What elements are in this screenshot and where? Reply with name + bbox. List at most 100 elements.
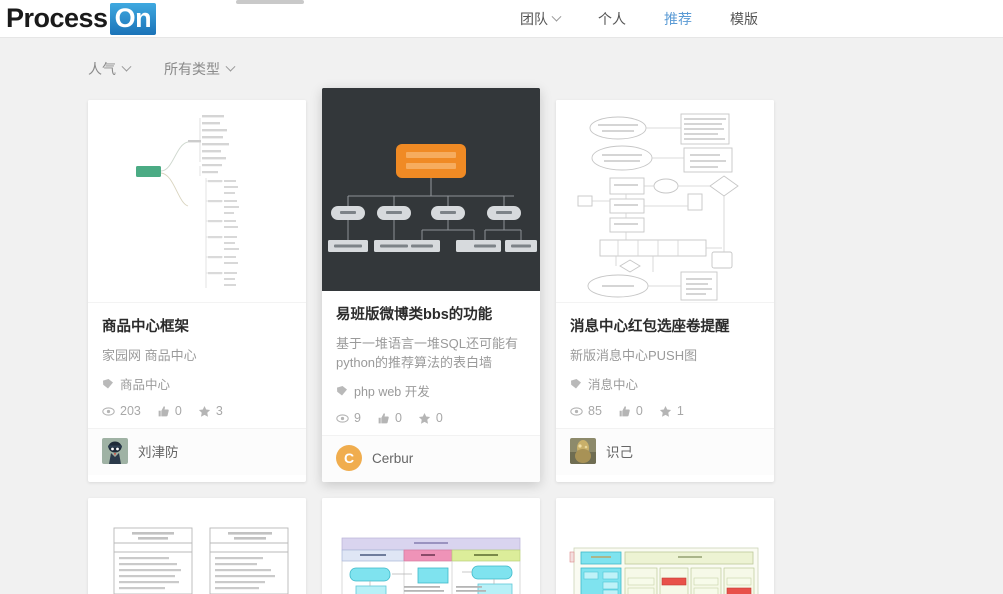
nav-item-personal[interactable]: 个人 xyxy=(598,9,626,29)
card-stats: 9 0 0 xyxy=(336,411,526,425)
card-thumbnail[interactable] xyxy=(556,100,774,303)
card-thumbnail[interactable] xyxy=(556,498,774,594)
card-title: 商品中心框架 xyxy=(102,317,292,337)
card-author-row[interactable]: 识己 xyxy=(556,428,774,475)
avatar-letter: C xyxy=(344,450,354,466)
author-name: 刘津防 xyxy=(138,441,179,461)
uml-classes-thumbnail xyxy=(88,498,306,594)
chevron-down-icon xyxy=(552,11,562,21)
tree-dark-thumbnail xyxy=(322,88,540,291)
card-description: 新版消息中心PUSH图 xyxy=(570,346,760,365)
nav-item-recommended[interactable]: 推荐 xyxy=(664,9,692,29)
thumbs-up-icon xyxy=(157,405,170,418)
card-thumbnail[interactable] xyxy=(322,498,540,594)
processon-logo[interactable]: ProcessOn xyxy=(6,3,156,35)
filter-label: 人气 xyxy=(88,59,116,79)
avatar-image xyxy=(102,438,128,464)
thumbs-up-icon xyxy=(618,405,631,418)
stat-likes: 0 xyxy=(157,404,182,418)
avatar[interactable] xyxy=(570,438,596,464)
card-tag[interactable]: 消息中心 xyxy=(570,374,760,393)
card-tag-label: php web 开发 xyxy=(354,381,430,400)
avatar[interactable]: C xyxy=(336,445,362,471)
avatar-image xyxy=(570,438,596,464)
template-card[interactable] xyxy=(556,498,774,594)
nav-item-label: 推荐 xyxy=(664,9,692,29)
stat-views: 9 xyxy=(336,411,361,425)
card-author-row[interactable]: 刘津防 xyxy=(88,428,306,475)
card-description: 基于一堆语言一堆SQL还可能有python的推荐算法的表白墙 xyxy=(336,334,526,372)
nav-item-team[interactable]: 团队 xyxy=(520,9,560,29)
star-icon xyxy=(198,405,211,418)
card-thumbnail[interactable] xyxy=(322,88,540,291)
nav-item-templates[interactable]: 模版 xyxy=(730,9,758,29)
filter-all-types[interactable]: 所有类型 xyxy=(164,59,234,79)
stat-stars: 3 xyxy=(198,404,223,418)
nav-item-label: 模版 xyxy=(730,9,758,29)
stat-views: 203 xyxy=(102,404,141,418)
card-tag[interactable]: php web 开发 xyxy=(336,381,526,400)
main-navigation: 团队 个人 推荐 模版 xyxy=(520,0,758,38)
card-author-row[interactable]: C Cerbur xyxy=(322,435,540,482)
tag-icon xyxy=(570,378,582,390)
stat-stars-value: 0 xyxy=(436,411,443,425)
stat-views-value: 85 xyxy=(588,404,602,418)
card-description: 家园网 商品中心 xyxy=(102,346,292,365)
stat-views-value: 9 xyxy=(354,411,361,425)
card-body: 易班版微博类bbs的功能 基于一堆语言一堆SQL还可能有python的推荐算法的… xyxy=(322,291,540,435)
avatar[interactable] xyxy=(102,438,128,464)
stat-likes-value: 0 xyxy=(636,404,643,418)
stat-views-value: 203 xyxy=(120,404,141,418)
card-thumbnail[interactable] xyxy=(88,100,306,303)
template-card[interactable]: 商品中心框架 家园网 商品中心 商品中心 203 xyxy=(88,100,306,482)
stat-likes: 0 xyxy=(377,411,402,425)
eye-icon xyxy=(102,405,115,418)
template-card[interactable]: 易班版微博类bbs的功能 基于一堆语言一堆SQL还可能有python的推荐算法的… xyxy=(322,88,540,482)
card-title: 消息中心红包选座卷提醒 xyxy=(570,317,760,337)
filter-popularity[interactable]: 人气 xyxy=(88,59,130,79)
stat-stars: 1 xyxy=(659,404,684,418)
card-title: 易班版微博类bbs的功能 xyxy=(336,305,526,325)
architecture-cyan-thumbnail xyxy=(556,498,774,594)
filter-label: 所有类型 xyxy=(164,59,220,79)
card-tag-label: 消息中心 xyxy=(588,374,638,393)
swimlane-colored-thumbnail xyxy=(322,498,540,594)
top-header: ProcessOn 团队 个人 推荐 模版 xyxy=(0,0,1003,38)
card-thumbnail[interactable] xyxy=(88,498,306,594)
chevron-down-icon xyxy=(226,61,236,71)
stat-stars-value: 3 xyxy=(216,404,223,418)
stat-likes: 0 xyxy=(618,404,643,418)
author-name: Cerbur xyxy=(372,451,413,466)
template-card[interactable]: 结算数据库 6 0 xyxy=(88,498,306,594)
chevron-down-icon xyxy=(122,61,132,71)
stat-likes-value: 0 xyxy=(175,404,182,418)
flowchart-gray-thumbnail xyxy=(556,100,774,303)
card-tag[interactable]: 商品中心 xyxy=(102,374,292,393)
star-icon xyxy=(659,405,672,418)
template-card[interactable]: 消息中心红包选座卷提醒 新版消息中心PUSH图 消息中心 85 xyxy=(556,100,774,482)
card-body: 消息中心红包选座卷提醒 新版消息中心PUSH图 消息中心 85 xyxy=(556,303,774,428)
mindmap-light-thumbnail xyxy=(88,100,306,303)
star-icon xyxy=(418,412,431,425)
stat-stars: 0 xyxy=(418,411,443,425)
tag-icon xyxy=(336,385,348,397)
nav-item-label: 个人 xyxy=(598,9,626,29)
nav-item-label: 团队 xyxy=(520,9,548,29)
search-bar-partial[interactable] xyxy=(236,0,304,4)
stat-views: 85 xyxy=(570,404,602,418)
author-name: 识己 xyxy=(606,441,633,461)
stat-likes-value: 0 xyxy=(395,411,402,425)
eye-icon xyxy=(336,412,349,425)
eye-icon xyxy=(570,405,583,418)
card-tag-label: 商品中心 xyxy=(120,374,170,393)
card-stats: 85 0 1 xyxy=(570,404,760,418)
template-card-grid: 商品中心框架 家园网 商品中心 商品中心 203 xyxy=(0,100,1003,594)
logo-text-accent: On xyxy=(110,3,157,35)
stat-stars-value: 1 xyxy=(677,404,684,418)
card-body: 商品中心框架 家园网 商品中心 商品中心 203 xyxy=(88,303,306,428)
tag-icon xyxy=(102,378,114,390)
template-card[interactable] xyxy=(322,498,540,594)
card-stats: 203 0 3 xyxy=(102,404,292,418)
logo-text-primary: Process xyxy=(6,3,108,34)
thumbs-up-icon xyxy=(377,412,390,425)
